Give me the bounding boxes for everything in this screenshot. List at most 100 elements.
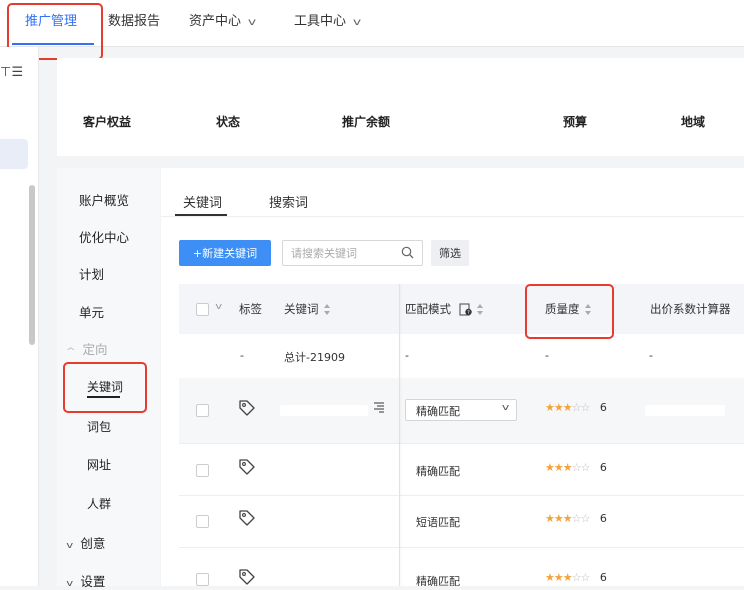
column-header-keyword[interactable]: 关键词 <box>284 301 331 317</box>
nav-tab-asset-center[interactable]: 资产中心 v <box>189 10 256 29</box>
collapsed-sidebar: ⊤ ☰ <box>0 47 39 586</box>
sidebar-item-label: 创意 <box>80 536 106 551</box>
tag-icon[interactable] <box>238 458 256 476</box>
star-empty-icon: ☆ <box>580 512 591 525</box>
new-keyword-button[interactable]: +新建关键词 <box>179 240 271 266</box>
chevron-up-icon: ^ <box>65 347 76 357</box>
collapsed-sidebar-active-item[interactable] <box>0 139 28 169</box>
keyword-panel: 关键词 搜索词 +新建关键词 筛选 v 标签 关键词 匹配模式 ? 质量度 出价 <box>161 168 744 586</box>
table-row[interactable]: 短语匹配 ★★★☆☆ 6 <box>179 495 744 548</box>
sidebar-item-audience[interactable]: 人群 <box>87 495 111 512</box>
total-quality-cell: - <box>545 349 549 362</box>
nav-tab-label: 数据报告 <box>108 14 161 29</box>
sidebar-scrollbar[interactable] <box>29 185 35 345</box>
sidebar-item-label: 设置 <box>80 574 106 589</box>
summary-header-customer-rights: 客户权益 <box>83 115 132 129</box>
chevron-down-icon[interactable]: v <box>215 302 222 312</box>
nav-tab-data-report[interactable]: 数据报告 <box>108 10 161 29</box>
keyword-text-hidden <box>280 405 368 416</box>
star-filled-icon: ★ <box>553 571 564 584</box>
sidebar-item-plan[interactable]: 计划 <box>79 264 104 283</box>
total-tag-cell: - <box>240 349 244 362</box>
frozen-column-divider <box>399 284 400 586</box>
summary-header-balance: 推广余额 <box>342 115 391 129</box>
star-filled-icon: ★ <box>545 401 555 414</box>
tab-divider <box>161 216 744 217</box>
quality-stars: ★★★☆☆ 6 <box>545 461 607 474</box>
sidebar-item-word-package[interactable]: 词包 <box>87 418 111 435</box>
nav-tab-label: 工具中心 <box>294 14 347 29</box>
column-header-label: 匹配模式 <box>405 302 451 316</box>
star-filled-icon: ★ <box>553 512 564 525</box>
chevron-down-icon: v <box>501 403 510 413</box>
star-filled-icon: ★ <box>562 512 573 525</box>
match-mode-select[interactable]: 精确匹配 v <box>405 399 517 421</box>
star-filled-icon: ★ <box>562 401 573 414</box>
table-row[interactable]: 精确匹配 ★★★☆☆ 6 <box>179 443 744 496</box>
sort-icon[interactable] <box>476 304 484 315</box>
quality-score: 6 <box>599 571 607 584</box>
quality-score: 6 <box>599 512 607 525</box>
row-checkbox[interactable] <box>196 573 209 586</box>
row-checkbox[interactable] <box>196 464 209 477</box>
quality-score: 6 <box>599 461 607 474</box>
quality-stars: ★★★☆☆ 6 <box>545 512 607 525</box>
column-header-match-mode[interactable]: 匹配模式 ? <box>405 301 484 317</box>
star-empty-icon: ☆ <box>571 461 582 474</box>
table-total-row: - 总计-21909 - - - <box>179 334 744 379</box>
star-filled-icon: ★ <box>553 401 564 414</box>
tag-icon[interactable] <box>238 399 256 417</box>
star-filled-icon: ★ <box>562 461 573 474</box>
tab-keywords[interactable]: 关键词 <box>183 192 222 211</box>
menu-toggle-icon[interactable]: ⊤ ☰ <box>0 65 23 80</box>
star-filled-icon: ★ <box>545 461 555 474</box>
bid-coefficient-hidden <box>645 405 725 416</box>
summary-header-budget: 预算 <box>563 115 588 129</box>
star-filled-icon: ★ <box>553 461 564 474</box>
row-checkbox[interactable] <box>196 404 209 417</box>
nav-tab-label: 资产中心 <box>189 14 242 29</box>
keyword-search-box <box>282 240 423 266</box>
table-row[interactable]: 精确匹配 ★★★☆☆ 6 <box>179 547 744 586</box>
column-header-label: 关键词 <box>284 302 319 316</box>
select-all-checkbox[interactable] <box>196 303 209 316</box>
account-summary-card: 客户权益 状态 推广余额 预算 地域 <box>57 58 744 156</box>
help-doc-icon[interactable]: ? <box>459 303 472 316</box>
quality-score: 6 <box>599 401 607 414</box>
highlight-box-keywords <box>63 362 147 413</box>
tab-search-terms[interactable]: 搜索词 <box>269 192 308 211</box>
search-input[interactable] <box>291 245 391 261</box>
sidebar-item-creative[interactable]: v 创意 <box>66 533 106 552</box>
search-icon[interactable] <box>401 246 414 259</box>
sidebar-item-optimization-center[interactable]: 优化中心 <box>79 227 129 246</box>
tag-icon[interactable] <box>238 509 256 527</box>
sort-icon[interactable] <box>323 304 331 315</box>
summary-header-region: 地域 <box>681 115 706 129</box>
sidebar-item-unit[interactable]: 单元 <box>79 302 104 321</box>
quality-stars: ★★★☆☆ 6 <box>545 401 607 414</box>
match-mode-cell: 精确匹配 <box>416 465 460 478</box>
top-navigation: 推广管理 数据报告 资产中心 v 工具中心 v <box>0 0 744 47</box>
match-mode-cell: 精确匹配 <box>416 575 460 586</box>
star-empty-icon: ☆ <box>580 461 591 474</box>
row-checkbox[interactable] <box>196 515 209 528</box>
filter-button[interactable]: 筛选 <box>431 240 469 266</box>
total-bid-cell: - <box>649 349 653 362</box>
total-match-cell: - <box>405 349 409 362</box>
star-empty-icon: ☆ <box>580 571 591 584</box>
chevron-down-icon: v <box>66 541 74 551</box>
star-empty-icon: ☆ <box>571 571 582 584</box>
star-empty-icon: ☆ <box>580 401 591 414</box>
chevron-down-icon: v <box>66 579 74 589</box>
sidebar-item-account-overview[interactable]: 账户概览 <box>79 190 129 209</box>
table-row[interactable]: 精确匹配 v ★★★☆☆ 6 <box>179 378 744 444</box>
tag-icon[interactable] <box>238 568 256 586</box>
sidebar-item-targeting[interactable]: ^ 定向 <box>65 339 108 358</box>
match-mode-cell: 短语匹配 <box>416 516 460 529</box>
edit-icon[interactable] <box>373 401 385 415</box>
nav-tab-tool-center[interactable]: 工具中心 v <box>294 10 361 29</box>
quality-stars: ★★★☆☆ 6 <box>545 571 607 584</box>
highlight-box-quality <box>525 284 614 339</box>
sidebar-item-url[interactable]: 网址 <box>87 456 111 473</box>
sidebar-item-settings[interactable]: v 设置 <box>66 571 106 590</box>
